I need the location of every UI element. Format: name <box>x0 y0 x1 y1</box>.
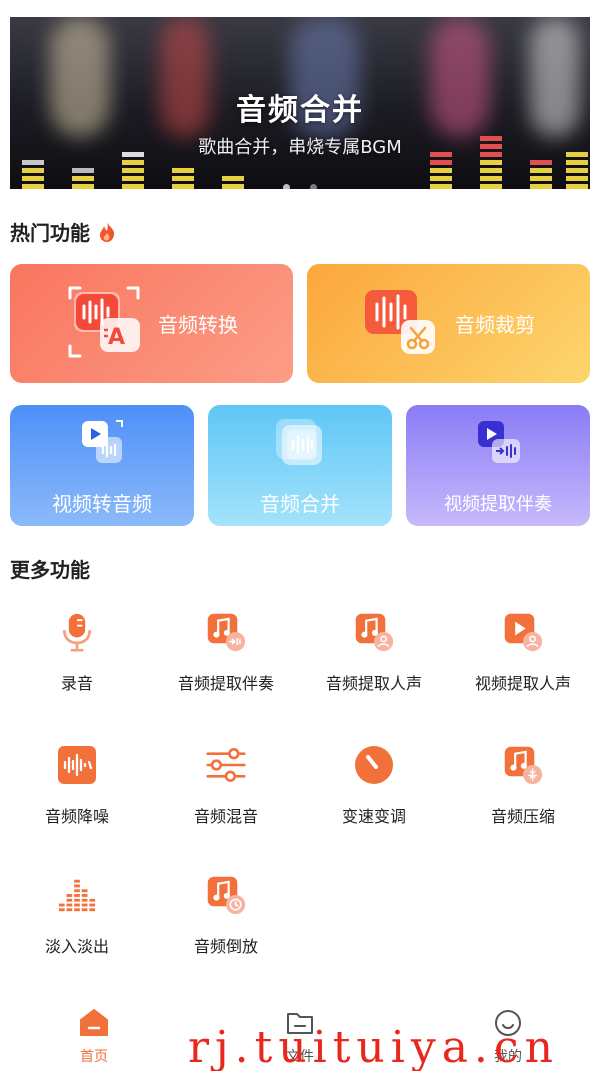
more-section-title: 更多功能 <box>10 554 90 583</box>
feature-fade[interactable]: 淡入淡出 <box>2 875 152 957</box>
feature-label: 音频倒放 <box>193 937 258 956</box>
hot-section-title: 热门功能 <box>10 217 116 246</box>
feature-label: 音频提取伴奏 <box>177 674 274 693</box>
banner-subtitle: 歌曲合并，串烧专属BGM <box>198 137 402 158</box>
hot-card-label: 音频合并 <box>260 492 340 516</box>
feature-record[interactable]: 录音 <box>2 612 152 694</box>
more-title-text: 更多功能 <box>10 558 90 582</box>
video-voice-icon <box>504 613 543 652</box>
nav-label: 首页 <box>80 1049 108 1065</box>
feature-audio-mix[interactable]: 音频混音 <box>151 745 301 827</box>
audio-merge-icon <box>276 419 322 465</box>
feature-label: 淡入淡出 <box>44 937 109 956</box>
hot-card-video-extract-accompaniment[interactable]: 视频提取伴奏 <box>406 405 590 526</box>
audio-convert-icon: A <box>68 286 140 358</box>
video-extract-accompaniment-icon <box>478 421 520 463</box>
hot-card-audio-convert[interactable]: A 音频转换 <box>10 264 293 383</box>
feature-label: 音频混音 <box>193 807 258 826</box>
fade-bars-icon <box>58 879 96 912</box>
waveform-icon <box>58 746 96 784</box>
carousel-dot[interactable] <box>310 184 317 189</box>
music-note-reverse-icon <box>207 876 246 915</box>
flame-icon <box>100 221 115 242</box>
hot-card-label: 视频提取伴奏 <box>444 494 552 515</box>
feature-label: 视频提取人声 <box>474 674 571 693</box>
speedometer-icon <box>355 746 393 784</box>
svg-text:A: A <box>108 325 125 350</box>
hot-card-label: 音频转换 <box>158 313 238 337</box>
nav-item-home[interactable]: 首页 <box>44 1008 144 1066</box>
mixer-sliders-icon <box>206 748 246 782</box>
audio-cut-icon <box>365 290 435 354</box>
video-to-audio-icon <box>82 420 123 463</box>
feature-audio-extract-voice[interactable]: 音频提取人声 <box>299 612 449 694</box>
feature-label: 音频降噪 <box>44 807 109 826</box>
music-note-voice-icon <box>355 613 394 652</box>
banner-title: 音频合并 <box>236 93 364 128</box>
watermark-text: rj.tuituiya.cn <box>188 1022 559 1071</box>
feature-noise-reduction[interactable]: 音频降噪 <box>2 745 152 827</box>
music-note-compress-icon <box>504 746 543 785</box>
banner-carousel[interactable]: 音频合并 歌曲合并，串烧专属BGM <box>10 17 590 189</box>
feature-speed-pitch[interactable]: 变速变调 <box>299 745 449 827</box>
hot-card-audio-cut[interactable]: 音频裁剪 <box>307 264 590 383</box>
carousel-dot[interactable] <box>283 184 290 189</box>
feature-label: 音频压缩 <box>490 807 555 826</box>
feature-label: 变速变调 <box>341 807 406 826</box>
feature-audio-compress[interactable]: 音频压缩 <box>448 745 598 827</box>
hot-card-label: 音频裁剪 <box>455 313 535 337</box>
hot-title-text: 热门功能 <box>10 221 90 245</box>
feature-label: 录音 <box>60 674 93 693</box>
music-note-extract-icon <box>207 613 246 652</box>
feature-label: 音频提取人声 <box>325 674 422 693</box>
feature-audio-extract-accompaniment[interactable]: 音频提取伴奏 <box>151 612 301 694</box>
feature-video-extract-voice[interactable]: 视频提取人声 <box>448 612 598 694</box>
hot-card-audio-merge[interactable]: 音频合并 <box>208 405 392 526</box>
home-icon <box>80 1009 108 1036</box>
hot-card-video-to-audio[interactable]: 视频转音频 <box>10 405 194 526</box>
carousel-dots <box>10 184 590 189</box>
microphone-icon <box>62 613 92 652</box>
feature-audio-reverse[interactable]: 音频倒放 <box>151 875 301 957</box>
hot-card-label: 视频转音频 <box>52 492 152 516</box>
